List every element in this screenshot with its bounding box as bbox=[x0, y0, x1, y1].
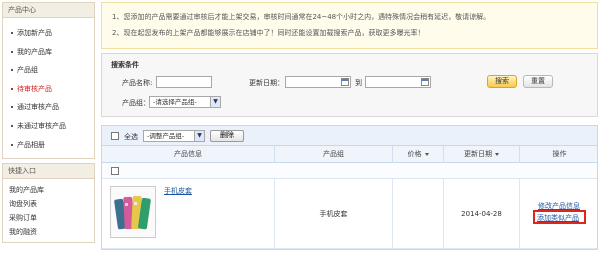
table-toolbar: 全选 -调整产品组- ▼ 删除 bbox=[102, 126, 597, 146]
chevron-down-icon: ▼ bbox=[210, 97, 220, 107]
sidebar-title: 产品中心 bbox=[3, 3, 94, 18]
product-table: 全选 -调整产品组- ▼ 删除 产品信息 产品组 价格 更新日期 操作 手机皮套… bbox=[101, 125, 598, 250]
header-price[interactable]: 价格 bbox=[392, 146, 443, 163]
cell-update-date: 2014-04-28 bbox=[443, 179, 519, 249]
adjust-group-select-value: -调整产品组- bbox=[147, 132, 185, 140]
quick-entry-list: 我的产品库 询盘列表 采购订单 我的融资 bbox=[3, 179, 94, 242]
delete-button[interactable]: 删除 bbox=[210, 130, 244, 142]
header-update-date-label: 更新日期 bbox=[464, 150, 492, 158]
calendar-icon[interactable] bbox=[341, 78, 349, 86]
sidebar-item-my-products[interactable]: 我的产品库 bbox=[3, 43, 94, 62]
adjust-group-select[interactable]: -调整产品组- ▼ bbox=[143, 130, 205, 142]
cell-product-info: 手机皮套 bbox=[102, 179, 274, 249]
quick-link-purchase-orders[interactable]: 采购订单 bbox=[9, 211, 94, 225]
header-price-label: 价格 bbox=[407, 150, 422, 158]
notice-line-1: 1、您添加的产品需要通过审核后才能上架交易，审核时间通常在24~48个小时之内，… bbox=[112, 13, 491, 21]
product-group-label: 产品组： bbox=[122, 99, 150, 107]
sidebar-item-pending-review[interactable]: 待审核产品 bbox=[3, 80, 94, 99]
search-panel: 搜索条件 产品名称: 更新日期： 到 搜索 重置 产品组： -请选择产品组- ▼ bbox=[101, 53, 598, 117]
quick-link-my-products[interactable]: 我的产品库 bbox=[9, 183, 94, 197]
product-name-input[interactable] bbox=[156, 76, 212, 88]
header-operations: 操作 bbox=[519, 146, 597, 163]
table-row: 手机皮套 手机皮套 2014-04-28 修改产品信息 添加类似产品 bbox=[102, 179, 597, 249]
sidebar-item-label: 我的产品库 bbox=[17, 47, 52, 56]
select-all-checkbox[interactable] bbox=[111, 132, 119, 140]
reset-button[interactable]: 重置 bbox=[523, 75, 553, 88]
bullet-icon bbox=[11, 124, 13, 127]
quick-link-inquiries[interactable]: 询盘列表 bbox=[9, 197, 94, 211]
sort-down-icon bbox=[424, 152, 429, 156]
phone-case-image bbox=[114, 195, 151, 230]
product-name-label: 产品名称: bbox=[122, 79, 153, 87]
product-group-select[interactable]: -请选择产品组- ▼ bbox=[149, 96, 221, 108]
bullet-icon bbox=[11, 87, 13, 90]
sidebar-item-label: 产品组 bbox=[17, 66, 38, 75]
header-product-info: 产品信息 bbox=[174, 150, 202, 158]
product-group-select-value: -请选择产品组- bbox=[153, 98, 197, 106]
sidebar: 产品中心 添加新产品 我的产品库 产品组 待审核产品 通过审核产品 未通过审核产… bbox=[2, 2, 95, 244]
sidebar-item-label: 待审核产品 bbox=[17, 84, 52, 93]
notice-box: 1、您添加的产品需要通过审核后才能上架交易，审核时间通常在24~48个小时之内，… bbox=[101, 2, 598, 49]
select-all-label: 全选 bbox=[124, 133, 138, 141]
sidebar-item-add-product[interactable]: 添加新产品 bbox=[3, 24, 94, 43]
quick-link-financing[interactable]: 我的融资 bbox=[9, 225, 94, 239]
calendar-icon[interactable] bbox=[421, 78, 429, 86]
chevron-down-icon: ▼ bbox=[194, 131, 204, 141]
product-thumbnail[interactable] bbox=[110, 186, 156, 238]
sidebar-item-label: 产品相册 bbox=[17, 140, 45, 149]
header-update-date[interactable]: 更新日期 bbox=[443, 146, 519, 163]
sort-down-icon bbox=[495, 152, 499, 156]
sidebar-item-label: 未通过审核产品 bbox=[17, 121, 66, 130]
product-center-panel: 产品中心 添加新产品 我的产品库 产品组 待审核产品 通过审核产品 未通过审核产… bbox=[2, 2, 95, 160]
notice-line-2: 2、现在起您发布的上架产品都能够展示在店铺中了！同时还能设置加载搜索产品，获取更… bbox=[112, 29, 425, 37]
cell-price bbox=[392, 179, 443, 249]
cell-operations: 修改产品信息 添加类似产品 bbox=[519, 179, 597, 249]
search-button[interactable]: 搜索 bbox=[487, 75, 517, 88]
group-checkbox[interactable] bbox=[111, 167, 119, 175]
sidebar-item-label: 添加新产品 bbox=[17, 29, 52, 37]
quick-entry-panel: 快捷入口 我的产品库 询盘列表 采购订单 我的融资 bbox=[2, 163, 95, 244]
main-content: 1、您添加的产品需要通过审核后才能上架交易，审核时间通常在24~48个小时之内，… bbox=[101, 2, 598, 250]
header-product-group: 产品组 bbox=[274, 146, 392, 163]
quick-entry-title: 快捷入口 bbox=[3, 164, 94, 180]
bullet-icon bbox=[11, 50, 13, 53]
sidebar-item-photo-album[interactable]: 产品相册 bbox=[3, 136, 94, 155]
sidebar-item-product-groups[interactable]: 产品组 bbox=[3, 61, 94, 80]
date-to-label: 到 bbox=[355, 79, 362, 87]
search-title: 搜索条件 bbox=[111, 61, 139, 69]
sidebar-item-approved[interactable]: 通过审核产品 bbox=[3, 98, 94, 117]
group-row bbox=[102, 163, 597, 179]
sidebar-item-label: 通过审核产品 bbox=[17, 103, 59, 112]
bullet-icon bbox=[11, 106, 13, 109]
sidebar-item-rejected[interactable]: 未通过审核产品 bbox=[3, 117, 94, 136]
update-date-label: 更新日期： bbox=[249, 79, 284, 87]
highlight-box bbox=[533, 210, 586, 224]
bullet-icon bbox=[11, 143, 13, 146]
product-name-link[interactable]: 手机皮套 bbox=[164, 186, 192, 196]
cell-product-group: 手机皮套 bbox=[274, 179, 392, 249]
bullet-icon bbox=[11, 69, 13, 72]
bullet-icon bbox=[11, 32, 13, 34]
table-header: 产品信息 产品组 价格 更新日期 操作 bbox=[102, 146, 597, 163]
sidebar-nav: 添加新产品 我的产品库 产品组 待审核产品 通过审核产品 未通过审核产品 产品相… bbox=[3, 18, 94, 158]
